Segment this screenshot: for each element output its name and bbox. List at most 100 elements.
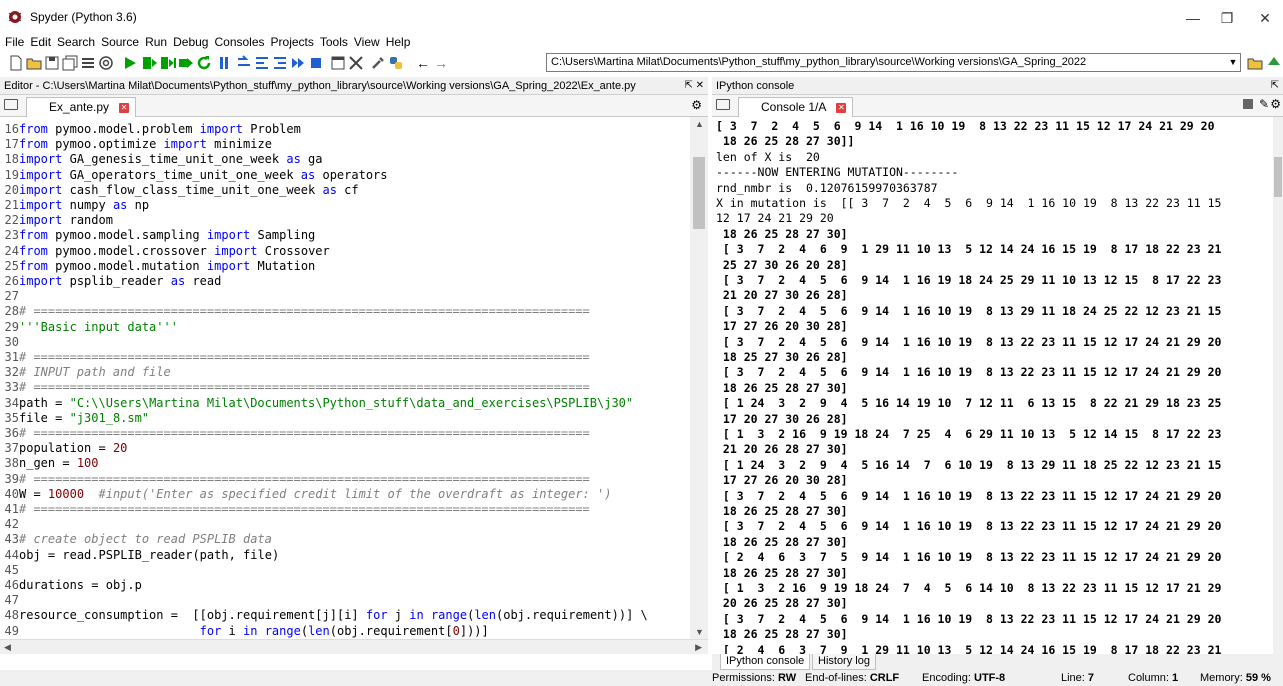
menu-view[interactable]: View <box>354 34 380 50</box>
scroll-thumb[interactable] <box>693 157 705 229</box>
menu-search[interactable]: Search <box>57 34 95 50</box>
console-line: 12 17 24 21 29 20 <box>716 211 834 226</box>
scroll-right-icon[interactable]: ▶ <box>695 642 702 653</box>
gear-icon[interactable]: ⚙ <box>1270 97 1281 111</box>
console-line: rnd_nmbr is 0.12076159970363787 <box>716 180 938 195</box>
code-text: import GA_operators_time_unit_one_week a… <box>19 167 388 182</box>
scroll-thumb[interactable] <box>1274 157 1282 197</box>
menu-debug[interactable]: Debug <box>173 34 208 50</box>
open-file-icon[interactable] <box>26 55 42 71</box>
maximize-button[interactable]: ❐ <box>1212 6 1242 30</box>
menu-consoles[interactable]: Consoles <box>214 34 264 50</box>
tab-ex-ante[interactable]: Ex_ante.py ✕ <box>26 97 137 117</box>
menu-tools[interactable]: Tools <box>320 34 348 50</box>
list-icon[interactable] <box>80 55 96 71</box>
save-icon[interactable] <box>44 55 60 71</box>
tab-history-log[interactable]: History log <box>812 654 876 670</box>
code-text: # INPUT path and file <box>19 365 171 380</box>
menu-bar: File Edit Search Source Run Debug Consol… <box>0 34 1283 50</box>
step-into-icon[interactable] <box>254 55 270 71</box>
code-line[interactable]: 29'''Basic input data''' <box>0 319 178 336</box>
browse-folder-icon[interactable] <box>1247 55 1263 71</box>
status-line: Line: 7 <box>1061 672 1095 684</box>
code-text: import random <box>19 213 113 228</box>
back-arrow-icon[interactable]: ← <box>416 55 432 71</box>
code-line[interactable]: 44obj = read.PSPLIB_reader(path, file) <box>0 547 280 564</box>
run-icon[interactable] <box>122 55 138 71</box>
step-return-icon[interactable] <box>272 55 288 71</box>
scroll-left-icon[interactable]: ◀ <box>4 642 11 653</box>
python-path-icon[interactable] <box>388 55 404 71</box>
console-line: 17 27 26 20 30 28] <box>716 473 848 488</box>
ipython-console-output[interactable]: [ 3 7 2 4 5 6 9 14 1 16 10 19 8 13 22 23… <box>712 117 1273 654</box>
folder-icon[interactable] <box>716 99 730 110</box>
console-line: 17 27 26 20 30 28] <box>716 319 848 334</box>
menu-projects[interactable]: Projects <box>271 34 314 50</box>
code-text: import cash_flow_class_time_unit_one_wee… <box>19 182 359 197</box>
step-icon[interactable] <box>236 55 252 71</box>
minimize-button[interactable]: — <box>1178 6 1208 30</box>
menu-file[interactable]: File <box>5 34 24 50</box>
continue-icon[interactable] <box>290 55 306 71</box>
menu-help[interactable]: Help <box>386 34 411 50</box>
preferences-icon[interactable] <box>370 55 386 71</box>
gear-icon[interactable]: ⚙ <box>691 98 702 112</box>
code-line[interactable]: 26import psplib_reader as read <box>0 273 222 290</box>
editor-vertical-scrollbar[interactable]: ▲ ▼ <box>690 117 708 639</box>
menu-source[interactable]: Source <box>101 34 139 50</box>
working-directory-input[interactable]: C:\Users\Martina Milat\Documents\Python_… <box>546 53 1241 72</box>
status-permissions: Permissions: RW <box>712 672 797 684</box>
debug-icon[interactable] <box>218 55 234 71</box>
save-all-icon[interactable] <box>62 55 78 71</box>
fullscreen-icon[interactable] <box>348 55 364 71</box>
console-line: [ 3 7 2 4 5 6 9 14 1 16 10 19 8 13 22 23… <box>716 611 1222 626</box>
forward-arrow-icon[interactable]: → <box>434 55 450 71</box>
status-memory: Memory: 59 % <box>1200 672 1271 684</box>
code-line[interactable]: 41# ====================================… <box>0 501 590 518</box>
tab-label: Console 1/A <box>761 100 827 114</box>
status-bar: Permissions: RW End-of-lines: CRLF Encod… <box>0 670 1283 686</box>
scroll-down-icon[interactable]: ▼ <box>695 627 704 637</box>
tab-ipython-console[interactable]: IPython console <box>720 654 811 670</box>
new-file-icon[interactable] <box>8 55 24 71</box>
stop-debug-icon[interactable] <box>308 55 324 71</box>
run-selection-icon[interactable] <box>178 55 194 71</box>
code-text: # ======================================… <box>19 471 590 486</box>
editor-path: Editor - C:\Users\Martina Milat\Document… <box>4 80 636 92</box>
console-line: 18 26 25 28 27 30] <box>716 627 848 642</box>
folder-icon[interactable] <box>4 99 18 110</box>
console-vertical-scrollbar[interactable] <box>1273 117 1283 654</box>
editor-pane-header: Editor - C:\Users\Martina Milat\Document… <box>0 77 708 95</box>
console-line: 18 26 25 28 27 30] <box>716 380 848 395</box>
maximize-pane-icon[interactable] <box>330 55 346 71</box>
code-text: population = 20 <box>19 441 128 456</box>
code-text: for i in range(len(obj.requirement[0]))] <box>199 623 489 638</box>
parent-dir-icon[interactable] <box>1266 55 1282 71</box>
pane-options-icon[interactable]: ⇱ <box>1271 77 1279 95</box>
run-cell-icon[interactable] <box>142 55 158 71</box>
run-cell-advance-icon[interactable] <box>160 55 176 71</box>
rerun-icon[interactable] <box>196 55 212 71</box>
menu-edit[interactable]: Edit <box>30 34 51 50</box>
code-text: from pymoo.optimize import minimize <box>19 137 272 152</box>
edit-icon[interactable]: ✎ <box>1259 97 1269 111</box>
code-text: # ======================================… <box>19 502 590 516</box>
editor-horizontal-scrollbar[interactable]: ◀ ▶ <box>0 639 708 654</box>
code-line[interactable]: 49 for i in range(len(obj.requirement[0]… <box>0 623 489 640</box>
scroll-up-icon[interactable]: ▲ <box>695 119 704 129</box>
console-line: 18 25 27 30 26 28] <box>716 350 848 364</box>
close-tab-icon[interactable]: ✕ <box>119 102 130 113</box>
code-editor[interactable]: 16from pymoo.model.problem import Proble… <box>0 117 690 647</box>
close-button[interactable]: ✕ <box>1250 6 1280 30</box>
pane-options-icon[interactable]: ⇱ ✕ <box>684 77 704 94</box>
stop-kernel-icon[interactable] <box>1243 99 1253 109</box>
menu-run[interactable]: Run <box>145 34 167 50</box>
tab-console-1a[interactable]: Console 1/A ✕ <box>738 97 854 117</box>
code-text: W = 10000 #input('Enter as specified cre… <box>19 486 612 501</box>
code-line[interactable]: 46durations = obj.p <box>0 577 142 594</box>
console-line: [ 3 7 2 4 5 6 9 14 1 16 10 19 8 13 22 23… <box>716 365 1222 380</box>
close-tab-icon[interactable]: ✕ <box>836 102 847 113</box>
chevron-down-icon[interactable]: ▼ <box>1226 54 1240 71</box>
spyder-logo-icon <box>8 11 22 23</box>
at-sign-icon[interactable] <box>98 55 114 71</box>
